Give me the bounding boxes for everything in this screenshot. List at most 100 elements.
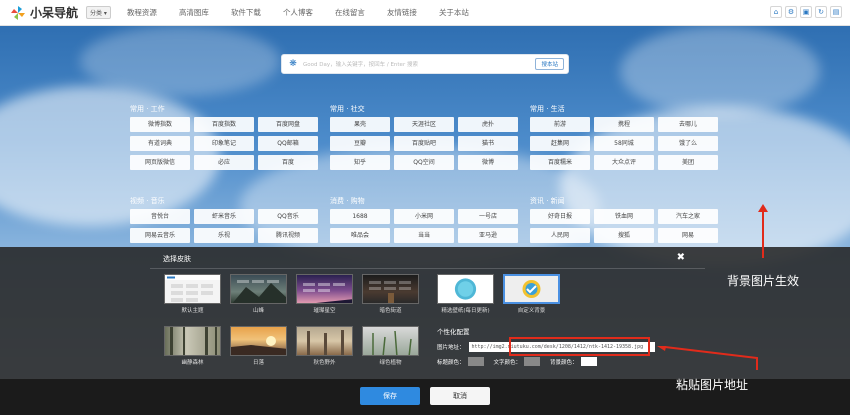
skin-option[interactable]: 山峰	[230, 274, 287, 314]
skin-option[interactable]: 精选壁纸(每日更新)	[437, 274, 494, 314]
title-color-swatch[interactable]	[467, 357, 484, 366]
link-tile[interactable]: 天涯社区	[394, 117, 454, 132]
modal-title: 选择皮肤	[163, 255, 191, 263]
save-icon[interactable]: ▤	[830, 6, 842, 18]
link-tile[interactable]: 百度	[258, 155, 318, 170]
skin-option-selected[interactable]: 自定义背景	[503, 274, 560, 314]
link-tile[interactable]: 网易云音乐	[130, 228, 190, 243]
link-tile[interactable]: 58同城	[594, 136, 654, 151]
close-icon[interactable]: ✖	[677, 252, 685, 263]
skin-thumbnail	[296, 326, 353, 356]
skin-label: 日落	[252, 360, 264, 366]
skin-option[interactable]: 日落	[230, 326, 287, 366]
link-tile[interactable]: 微博	[458, 155, 518, 170]
link-tile[interactable]: 携程	[594, 117, 654, 132]
arrow-up-icon	[758, 204, 768, 258]
link-tile[interactable]: 搜狐	[594, 228, 654, 243]
link-tile[interactable]: QQ音乐	[258, 209, 318, 224]
link-tile[interactable]: 亚马逊	[458, 228, 518, 243]
refresh-icon[interactable]: ↻	[815, 6, 827, 18]
link-tile[interactable]: 去哪儿	[658, 117, 718, 132]
skin-label: 璀璨星空	[313, 308, 336, 314]
save-button[interactable]: 保存	[360, 387, 420, 405]
link-tile[interactable]: 人民网	[530, 228, 590, 243]
section-title: 视频 · 音乐	[130, 197, 165, 205]
link-tile[interactable]: 赶集网	[530, 136, 590, 151]
image-icon[interactable]: ▣	[800, 6, 812, 18]
link-tile[interactable]: 虾米音乐	[194, 209, 254, 224]
link-tile[interactable]: 汽车之家	[658, 209, 718, 224]
link-tile[interactable]: 铁血网	[594, 209, 654, 224]
color-settings-row: 标题颜色： 文字颜色： 背景颜色：	[437, 357, 607, 366]
link-tile[interactable]: 百度贴吧	[394, 136, 454, 151]
section-video-music: 视频 · 音乐 音悦台 虾米音乐 QQ音乐 网易云音乐 乐视 腾讯视频	[130, 196, 318, 243]
link-tile[interactable]: 音悦台	[130, 209, 190, 224]
section-title: 常用 · 社交	[330, 105, 365, 113]
link-tile[interactable]: 百度指数	[194, 117, 254, 132]
link-tile[interactable]: 好奇日报	[530, 209, 590, 224]
pinwheel-logo-icon	[11, 5, 25, 20]
skin-label: 秋色野外	[313, 360, 336, 366]
skin-option[interactable]: 璀璨星空	[296, 274, 353, 314]
custom-config-title: 个性化配置	[437, 328, 470, 336]
background-color-label: 背景颜色：	[550, 359, 578, 366]
link-tile[interactable]: 微博指数	[130, 117, 190, 132]
skin-option[interactable]: 默认主题	[164, 274, 221, 314]
link-tile[interactable]: 乐视	[194, 228, 254, 243]
link-tile[interactable]: 猫书	[458, 136, 518, 151]
skin-option[interactable]: 秋色野外	[296, 326, 353, 366]
nav-software[interactable]: 软件下载	[231, 7, 261, 18]
nav-hd-gallery[interactable]: 高清图库	[179, 7, 209, 18]
link-tile[interactable]: 百度网盘	[258, 117, 318, 132]
link-tile[interactable]: QQ邮箱	[258, 136, 318, 151]
search-input[interactable]: Good Day，输入关键字，按回车 / Enter 搜索	[303, 60, 535, 68]
nav-friend-links[interactable]: 友情链接	[387, 7, 417, 18]
skin-thumbnail	[503, 274, 560, 304]
link-tile[interactable]: 一号店	[458, 209, 518, 224]
site-name: 小呆导航	[30, 6, 79, 20]
nav-guestbook[interactable]: 在线留言	[335, 7, 365, 18]
nav-about[interactable]: 关于本站	[439, 7, 469, 18]
link-tile[interactable]: 美团	[658, 155, 718, 170]
site-logo[interactable]: 小呆导航	[10, 4, 80, 21]
link-tile[interactable]: 小米网	[394, 209, 454, 224]
link-tile[interactable]: 百度糯米	[530, 155, 590, 170]
skin-option[interactable]: 幽静森林	[164, 326, 221, 366]
text-color-swatch[interactable]	[524, 357, 541, 366]
link-tile[interactable]: 知乎	[330, 155, 390, 170]
link-tile[interactable]: 网页版微信	[130, 155, 190, 170]
link-tile[interactable]: 饿了么	[658, 136, 718, 151]
custom-config-section: 个性化配置	[437, 326, 667, 336]
search-box: ❋ Good Day，输入关键字，按回车 / Enter 搜索 搜本站	[281, 54, 569, 74]
skin-thumbnail	[437, 274, 494, 304]
link-tile[interactable]: 网易	[658, 228, 718, 243]
settings-icon[interactable]: ⚙	[785, 6, 797, 18]
section-shopping: 消费 · 购物 1688 小米网 一号店 唯品会 当当 亚马逊	[330, 196, 518, 243]
skin-option[interactable]: 绿色植物	[362, 326, 419, 366]
link-tile[interactable]: 1688	[330, 209, 390, 224]
link-tile[interactable]: QQ空间	[394, 155, 454, 170]
link-tile[interactable]: 豆瓣	[330, 136, 390, 151]
nav-tutorials[interactable]: 教程资源	[127, 7, 157, 18]
bg-effect-annotation: 背景图片生效	[727, 274, 800, 288]
link-tile[interactable]: 虎扑	[458, 117, 518, 132]
home-icon[interactable]: ⌂	[770, 6, 782, 18]
link-tile[interactable]: 印象笔记	[194, 136, 254, 151]
link-tile[interactable]: 当当	[394, 228, 454, 243]
nav-blog[interactable]: 个人博客	[283, 7, 313, 18]
skin-option[interactable]: 暗色街道	[362, 274, 419, 314]
section-life: 常用 · 生活 前游 携程 去哪儿 赶集网 58同城 饿了么 百度糯米 大众点评…	[530, 104, 718, 170]
skin-label: 默认主题	[181, 308, 204, 314]
search-site-button[interactable]: 搜本站	[535, 58, 564, 70]
background-color-swatch[interactable]	[580, 357, 597, 366]
link-tile[interactable]: 必应	[194, 155, 254, 170]
link-tile[interactable]: 腾讯视频	[258, 228, 318, 243]
category-dropdown-button[interactable]: 分类 ▾	[86, 6, 111, 19]
link-tile[interactable]: 唯品会	[330, 228, 390, 243]
toolbar: ⌂ ⚙ ▣ ↻ ▤	[767, 6, 842, 18]
link-tile[interactable]: 大众点评	[594, 155, 654, 170]
link-tile[interactable]: 有道词典	[130, 136, 190, 151]
link-tile[interactable]: 前游	[530, 117, 590, 132]
cancel-button[interactable]: 取消	[430, 387, 490, 405]
link-tile[interactable]: 果壳	[330, 117, 390, 132]
